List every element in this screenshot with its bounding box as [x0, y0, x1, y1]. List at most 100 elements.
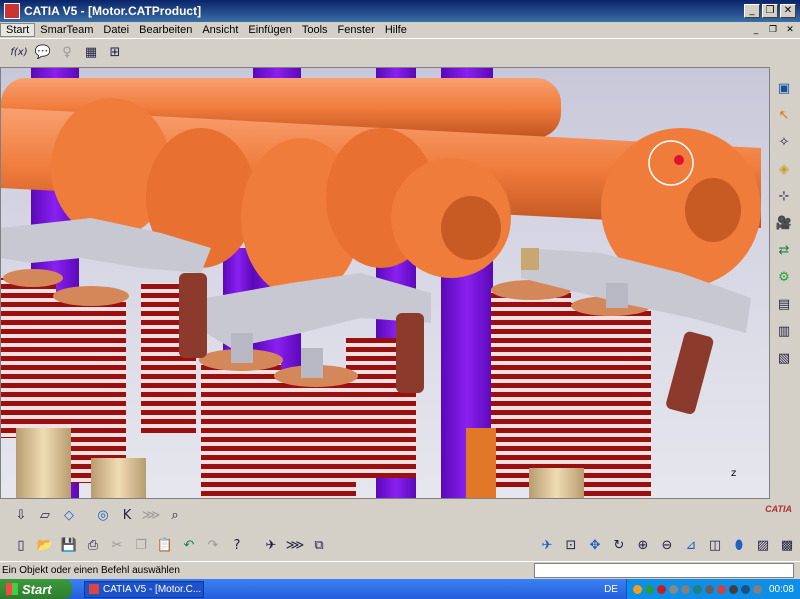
- update-icon[interactable]: ⚙: [773, 266, 795, 288]
- copy-icon[interactable]: ❐: [130, 535, 152, 557]
- print-icon[interactable]: ⎙: [82, 535, 104, 557]
- cut-icon[interactable]: ✂: [106, 535, 128, 557]
- load-icon[interactable]: ⇩: [10, 504, 32, 526]
- compass-center[interactable]: [674, 155, 684, 165]
- k-arrow-icon[interactable]: K: [116, 504, 138, 526]
- pan-icon[interactable]: ✥: [584, 535, 606, 557]
- taskbar-item-catia[interactable]: CATIA V5 - [Motor.C...: [84, 580, 204, 598]
- redo-icon[interactable]: ↷: [202, 535, 224, 557]
- zoom-out-icon[interactable]: ⊖: [656, 535, 678, 557]
- command-input[interactable]: [534, 562, 794, 578]
- table-icon[interactable]: ▦: [80, 42, 102, 64]
- snap-icon[interactable]: ✧: [773, 131, 795, 153]
- taskbar-item-label: CATIA V5 - [Motor.C...: [103, 583, 202, 595]
- catia-app-icon[interactable]: [4, 3, 20, 19]
- measure-icon[interactable]: ⊹: [773, 185, 795, 207]
- tray-icon[interactable]: [632, 584, 642, 594]
- small-part[interactable]: [521, 248, 539, 270]
- next-arrow-icon[interactable]: ⋙: [140, 504, 162, 526]
- mdi-close-button[interactable]: ✕: [783, 24, 797, 36]
- menu-bar: Start SmarTeam Datei Bearbeiten Ansicht …: [0, 22, 800, 38]
- valve-spring[interactable]: [491, 288, 571, 488]
- spring-seat[interactable]: [3, 269, 63, 287]
- catalog-icon[interactable]: ▤: [773, 293, 795, 315]
- tray-icon[interactable]: [656, 584, 666, 594]
- multi-view-icon[interactable]: ⧉: [308, 535, 330, 557]
- minimize-button[interactable]: _: [744, 4, 760, 18]
- lifter[interactable]: [665, 330, 715, 415]
- tray-icon[interactable]: [704, 584, 714, 594]
- mdi-restore-button[interactable]: ❐: [766, 24, 780, 36]
- new-file-icon[interactable]: ▯: [10, 535, 32, 557]
- status-bar: Ein Objekt oder einen Befehl auswählen: [0, 561, 800, 578]
- tray-icon[interactable]: [644, 584, 654, 594]
- tray-icon[interactable]: [752, 584, 762, 594]
- menu-fenster[interactable]: Fenster: [333, 24, 380, 36]
- hide-show-icon[interactable]: ▨: [752, 535, 774, 557]
- paste-icon[interactable]: 📋: [154, 535, 176, 557]
- swap-space-icon[interactable]: ▩: [776, 535, 798, 557]
- top-toolbar: f(x) 💬 ♀ ▦ ⊞: [0, 38, 800, 66]
- tray-icon[interactable]: [740, 584, 750, 594]
- undo-icon[interactable]: ↶: [178, 535, 200, 557]
- select-cursor-icon[interactable]: ↖: [773, 104, 795, 126]
- menu-hilfe[interactable]: Hilfe: [380, 24, 412, 36]
- valve-stem[interactable]: [91, 458, 146, 499]
- spring-seat[interactable]: [53, 286, 129, 306]
- shading-icon[interactable]: ⬮: [728, 535, 750, 557]
- product-icon[interactable]: ▣: [773, 77, 795, 99]
- valve-spring[interactable]: [201, 358, 281, 499]
- tree-icon[interactable]: ⊞: [104, 42, 126, 64]
- close-button[interactable]: ✕: [780, 4, 796, 18]
- restore-button[interactable]: ❐: [762, 4, 778, 18]
- compass-icon[interactable]: ◈: [773, 158, 795, 180]
- zoom-area-icon[interactable]: ⌕: [164, 504, 186, 526]
- tray-icon[interactable]: [728, 584, 738, 594]
- formula-icon[interactable]: f(x): [8, 42, 30, 64]
- valve-spring[interactable]: [1, 278, 56, 438]
- valve-stem[interactable]: [16, 428, 71, 499]
- 3d-viewport[interactable]: z: [0, 67, 770, 499]
- whats-this-icon[interactable]: ?: [226, 535, 248, 557]
- clock[interactable]: 00:08: [769, 584, 794, 595]
- menu-tools[interactable]: Tools: [297, 24, 333, 36]
- target-icon[interactable]: ◎: [92, 504, 114, 526]
- tray-icon[interactable]: [692, 584, 702, 594]
- fly-mode-icon[interactable]: ✈: [260, 535, 282, 557]
- valve-stem[interactable]: [529, 468, 584, 499]
- menu-smarteam[interactable]: SmarTeam: [35, 24, 98, 36]
- open-folder-icon[interactable]: 📂: [34, 535, 56, 557]
- lifter[interactable]: [179, 273, 207, 358]
- zoom-in-icon[interactable]: ⊕: [632, 535, 654, 557]
- camera-icon[interactable]: 🎥: [773, 212, 795, 234]
- menu-datei[interactable]: Datei: [98, 24, 134, 36]
- valve-spring[interactable]: [276, 373, 356, 499]
- constraint-icon[interactable]: ⇄: [773, 239, 795, 261]
- lamp-icon[interactable]: ♀: [56, 42, 78, 64]
- lifter[interactable]: [396, 313, 424, 393]
- publish-icon[interactable]: ▧: [773, 347, 795, 369]
- fit-all-icon[interactable]: ⊡: [560, 535, 582, 557]
- save-icon[interactable]: 💾: [58, 535, 80, 557]
- scene-icon[interactable]: ▱: [34, 504, 56, 526]
- iso-view-icon[interactable]: ◫: [704, 535, 726, 557]
- bom-icon[interactable]: ▥: [773, 320, 795, 342]
- rotate-icon[interactable]: ↻: [608, 535, 630, 557]
- menu-bearbeiten[interactable]: Bearbeiten: [134, 24, 197, 36]
- menu-start[interactable]: Start: [0, 23, 36, 37]
- tray-icon[interactable]: [716, 584, 726, 594]
- menu-einfuegen[interactable]: Einfügen: [243, 24, 296, 36]
- fly-icon[interactable]: ✈: [536, 535, 558, 557]
- motor-assembly-render[interactable]: [1, 68, 770, 499]
- guide-tube[interactable]: [466, 428, 496, 499]
- tray-icon[interactable]: [668, 584, 678, 594]
- start-button[interactable]: Start: [0, 579, 72, 599]
- language-indicator[interactable]: DE: [604, 584, 618, 595]
- comment-icon[interactable]: 💬: [32, 42, 54, 64]
- mdi-minimize-button[interactable]: _: [749, 24, 763, 36]
- normal-view-icon[interactable]: ⊿: [680, 535, 702, 557]
- next-view-icon[interactable]: ⋙: [284, 535, 306, 557]
- menu-ansicht[interactable]: Ansicht: [197, 24, 243, 36]
- eraser-icon[interactable]: ◇: [58, 504, 80, 526]
- tray-icon[interactable]: [680, 584, 690, 594]
